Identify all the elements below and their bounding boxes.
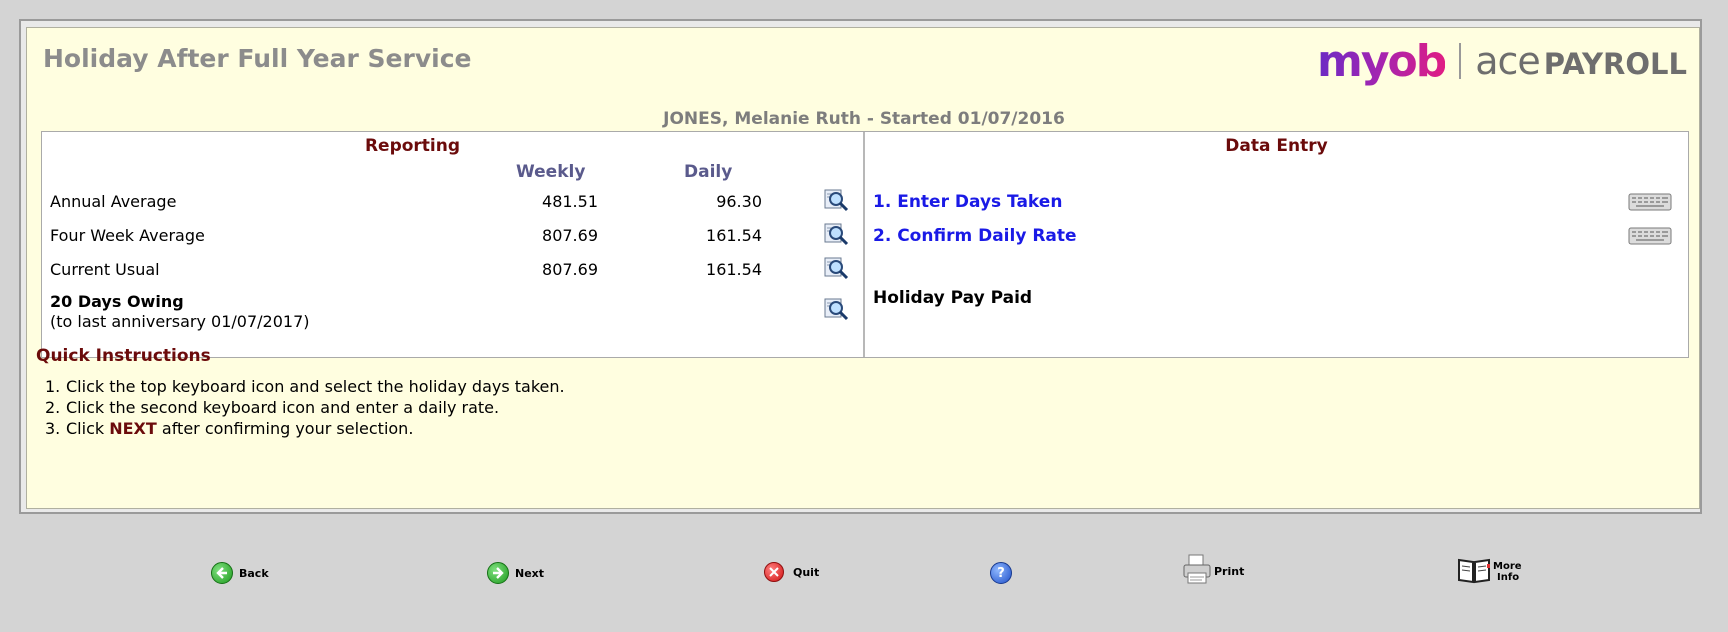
next-label: Next xyxy=(515,566,545,580)
quick-instructions-title: Quick Instructions xyxy=(36,346,211,366)
main-panel: Holiday After Full Year Service myob ace… xyxy=(26,27,1700,509)
step-number: 2. xyxy=(45,398,61,417)
next-button[interactable]: Next xyxy=(487,558,544,588)
row-label-current-usual: Current Usual xyxy=(50,260,160,279)
instruction-step: 1. Click the top keyboard icon and select… xyxy=(45,376,565,397)
close-icon xyxy=(764,562,784,582)
reporting-heading: Reporting xyxy=(364,136,461,156)
magnifier-icon[interactable] xyxy=(824,188,850,212)
printer-icon xyxy=(1182,553,1212,589)
row-label-annual-average: Annual Average xyxy=(50,192,177,211)
data-entry-heading: Data Entry xyxy=(1225,136,1328,156)
more-info-label-1: More xyxy=(1493,561,1522,572)
page-title: Holiday After Full Year Service xyxy=(43,44,472,73)
current-usual-daily: 161.54 xyxy=(706,260,762,279)
weekly-column-header: Weekly xyxy=(516,162,586,182)
print-button[interactable]: Print xyxy=(1182,553,1245,589)
keyboard-icon[interactable] xyxy=(1628,226,1672,246)
more-info-button[interactable]: More Info xyxy=(1457,557,1522,587)
print-label: Print xyxy=(1214,564,1245,578)
step-emphasis: NEXT xyxy=(109,419,157,438)
magnifier-icon[interactable] xyxy=(824,256,850,280)
help-button[interactable]: ? xyxy=(990,558,1012,588)
four-week-average-daily: 161.54 xyxy=(706,226,762,245)
current-usual-weekly: 807.69 xyxy=(542,260,598,279)
step-text: Click the top keyboard icon and select t… xyxy=(66,377,565,396)
data-entry-section: Data Entry 1. Enter Days Taken 2. Confir… xyxy=(865,132,1688,357)
next-arrow-icon xyxy=(487,562,509,584)
days-owing-subtitle: (to last anniversary 01/07/2017) xyxy=(50,312,310,331)
back-label: Back xyxy=(239,566,269,580)
enter-days-taken-link[interactable]: 1. Enter Days Taken xyxy=(873,192,1062,212)
brand-ace: ace xyxy=(1475,39,1541,83)
more-info-text: More Info xyxy=(1493,561,1522,583)
annual-average-daily: 96.30 xyxy=(716,192,762,211)
employee-header: JONES, Melanie Ruth - Started 01/07/2016 xyxy=(663,109,1065,129)
days-owing-label: 20 Days Owing xyxy=(50,292,184,311)
brand-logo: myob ace PAYROLL xyxy=(1317,35,1687,87)
step-text: Click xyxy=(66,419,110,438)
back-arrow-icon xyxy=(211,562,233,584)
instruction-step: 2. Click the second keyboard icon and ent… xyxy=(45,397,565,418)
step-text: after confirming your selection. xyxy=(156,419,414,438)
brand-myob: myob xyxy=(1316,35,1447,87)
row-label-four-week-average: Four Week Average xyxy=(50,226,205,245)
magnifier-icon[interactable] xyxy=(824,222,850,246)
quit-label: Quit xyxy=(793,565,820,579)
more-info-label-2: Info xyxy=(1497,572,1520,583)
daily-column-header: Daily xyxy=(684,162,733,182)
quit-button[interactable]: Quit xyxy=(764,557,819,587)
step-text: Click the second keyboard icon and enter… xyxy=(66,398,500,417)
back-button[interactable]: Back xyxy=(211,558,269,588)
help-icon: ? xyxy=(990,562,1012,584)
annual-average-weekly: 481.51 xyxy=(542,192,598,211)
help-glyph: ? xyxy=(997,565,1005,581)
brand-divider xyxy=(1459,43,1462,79)
confirm-daily-rate-link[interactable]: 2. Confirm Daily Rate xyxy=(873,226,1077,246)
instruction-step: 3. Click NEXT after confirming your selec… xyxy=(45,418,565,439)
book-icon xyxy=(1457,556,1491,588)
keyboard-icon[interactable] xyxy=(1628,192,1672,212)
step-number: 1. xyxy=(45,377,61,396)
quick-instructions-list: 1. Click the top keyboard icon and select… xyxy=(45,376,565,439)
magnifier-icon[interactable] xyxy=(824,297,850,321)
holiday-pay-paid-label: Holiday Pay Paid xyxy=(873,288,1033,308)
four-week-average-weekly: 807.69 xyxy=(542,226,598,245)
content-boxes: Reporting Weekly Daily Annual Average 48… xyxy=(41,131,1689,358)
brand-payroll: PAYROLL xyxy=(1543,46,1687,81)
step-number: 3. xyxy=(45,419,61,438)
reporting-section: Reporting Weekly Daily Annual Average 48… xyxy=(42,132,865,357)
